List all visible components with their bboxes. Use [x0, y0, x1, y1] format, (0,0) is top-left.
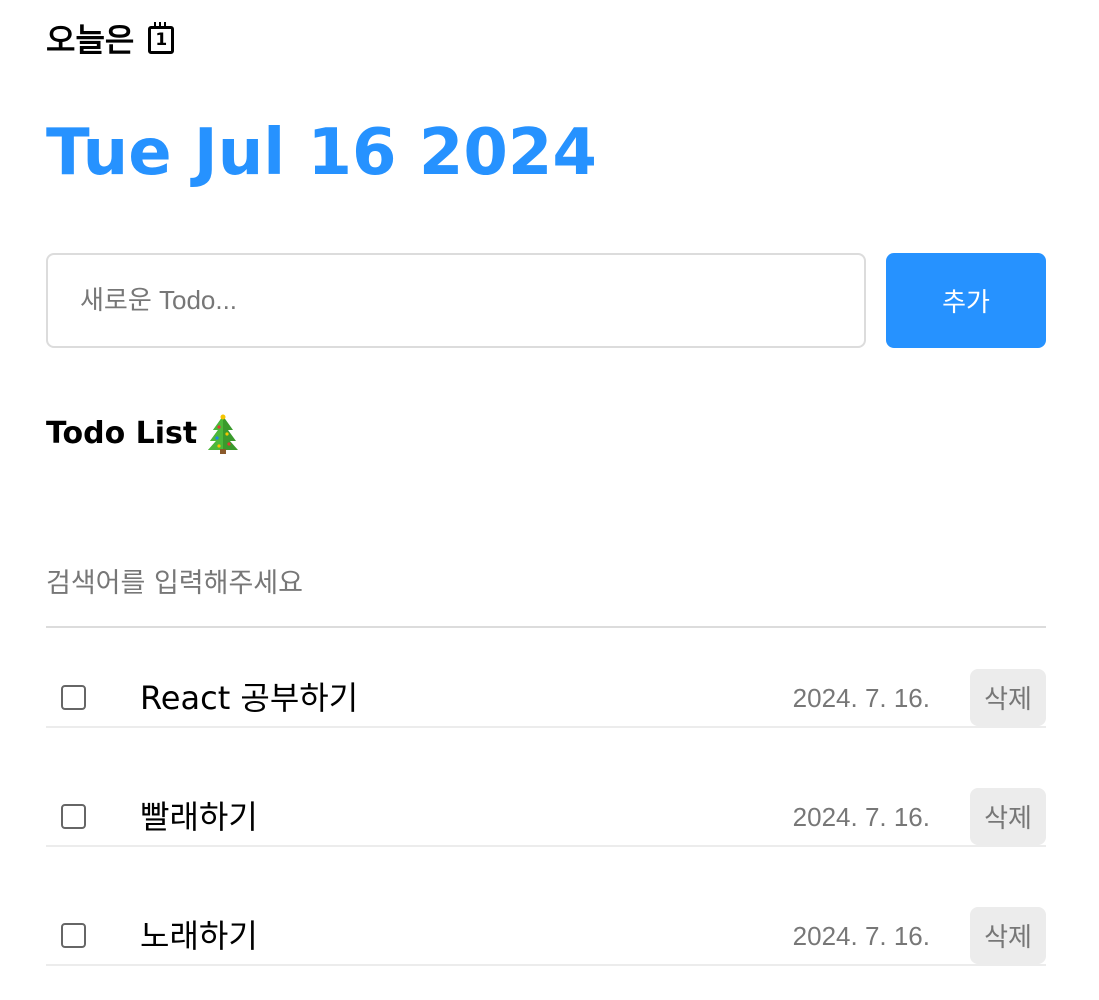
today-date: Tue Jul 16 2024: [46, 116, 597, 190]
todo-date: 2024. 7. 16.: [792, 921, 930, 951]
delete-button[interactable]: 삭제: [970, 788, 1046, 845]
todo-item: 빨래하기 2024. 7. 16. 삭제: [46, 759, 1046, 878]
calendar-icon: 1: [148, 22, 175, 54]
todo-checkbox[interactable]: [61, 804, 86, 829]
new-todo-input[interactable]: [46, 253, 866, 348]
todo-row: React 공부하기 2024. 7. 16. 삭제: [46, 668, 1046, 728]
todo-editor: 추가: [46, 253, 1046, 348]
header-title: 오늘은: [46, 21, 135, 59]
calendar-icon-digit: 1: [155, 30, 168, 50]
list-title: Todo List: [46, 412, 239, 456]
header: 오늘은 1: [46, 18, 175, 62]
todo-checkbox[interactable]: [61, 923, 86, 948]
todo-item: React 공부하기 2024. 7. 16. 삭제: [46, 640, 1046, 759]
todo-row: 빨래하기 2024. 7. 16. 삭제: [46, 787, 1046, 847]
search-input[interactable]: [46, 540, 1046, 628]
list-title-label: Todo List: [46, 416, 198, 451]
todo-checkbox[interactable]: [61, 685, 86, 710]
todo-content: 빨래하기: [140, 798, 258, 836]
delete-button[interactable]: 삭제: [970, 907, 1046, 964]
todo-list: React 공부하기 2024. 7. 16. 삭제 빨래하기 2024. 7.…: [46, 640, 1046, 997]
todo-date: 2024. 7. 16.: [792, 802, 930, 832]
todo-content: React 공부하기: [140, 679, 359, 717]
todo-item: 노래하기 2024. 7. 16. 삭제: [46, 878, 1046, 997]
christmas-tree-icon: [207, 414, 239, 454]
todo-date: 2024. 7. 16.: [792, 683, 930, 713]
delete-button[interactable]: 삭제: [970, 669, 1046, 726]
add-button[interactable]: 추가: [886, 253, 1046, 348]
todo-row: 노래하기 2024. 7. 16. 삭제: [46, 906, 1046, 966]
todo-content: 노래하기: [140, 917, 258, 955]
